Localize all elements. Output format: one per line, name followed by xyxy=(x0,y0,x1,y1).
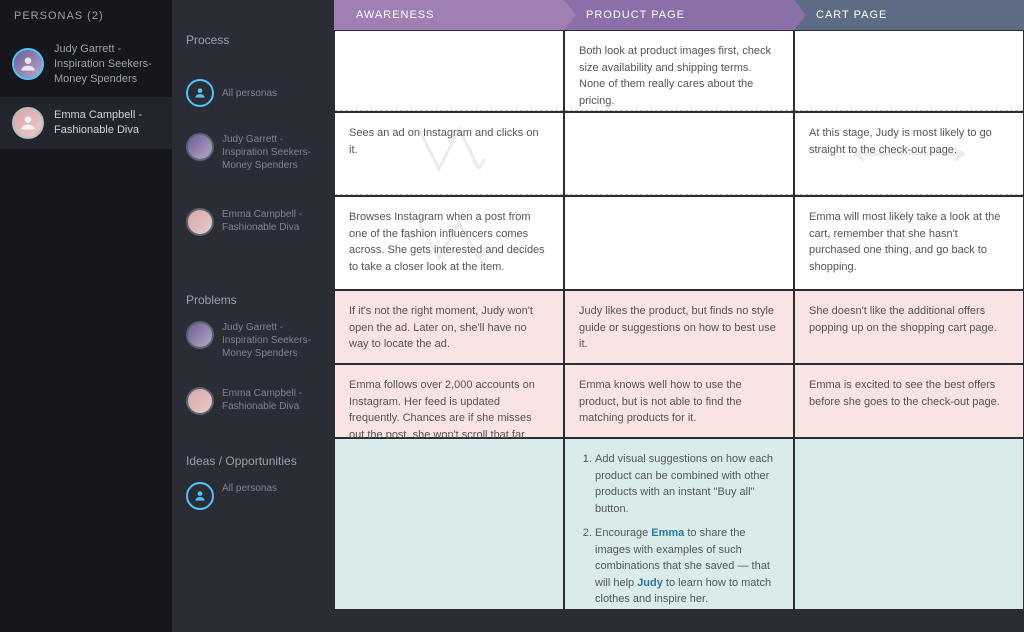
persona-emma[interactable]: Emma Campbell - Fashionable Diva xyxy=(0,97,172,149)
row-label-emma-problems[interactable]: Emma Campbell - Fashionable Diva xyxy=(172,383,334,448)
avatar-judy-small-icon xyxy=(186,133,214,161)
idea-item: Add visual suggestions on how each produ… xyxy=(595,451,779,517)
problems-judy-row: If it's not the right moment, Judy won't… xyxy=(334,290,1024,364)
all-personas-icon xyxy=(186,482,214,510)
cell-text: Judy likes the product, but finds no sty… xyxy=(579,305,776,350)
stage-product-page[interactable]: PRODUCT PAGE xyxy=(564,0,794,30)
avatar-judy-small-icon xyxy=(186,321,214,349)
section-problems-label: Problems xyxy=(172,287,334,317)
cell-text: Emma knows well how to use the product, … xyxy=(579,379,742,424)
cell-process-judy-cart[interactable]: At this stage, Judy is most likely to go… xyxy=(795,113,1023,195)
ideas-row: Add visual suggestions on how each produ… xyxy=(334,438,1024,610)
persona-judy-name: Judy Garrett - Inspiration Seekers-Money… xyxy=(54,42,160,87)
section-process-label: Process xyxy=(172,27,334,57)
avatar-emma-small-icon xyxy=(186,387,214,415)
cell-ideas-cart[interactable] xyxy=(795,439,1023,609)
personas-sidebar: PERSONAS (2) Judy Garrett - Inspiration … xyxy=(0,0,172,632)
row-label-text: Emma Campbell - Fashionable Diva xyxy=(222,208,320,234)
row-label-text: Judy Garrett - Inspiration Seekers-Money… xyxy=(222,321,320,360)
persona-emma-name: Emma Campbell - Fashionable Diva xyxy=(54,108,160,138)
cell-process-all-cart[interactable] xyxy=(795,31,1023,111)
grid-rows: Both look at product images first, check… xyxy=(334,30,1024,632)
cell-process-emma-awareness[interactable]: Browses Instagram when a post from one o… xyxy=(335,197,563,289)
process-all-row: Both look at product images first, check… xyxy=(334,30,1024,112)
cell-problems-emma-product[interactable]: Emma knows well how to use the product, … xyxy=(565,365,793,437)
row-label-text: Judy Garrett - Inspiration Seekers-Money… xyxy=(222,133,320,172)
person-icon xyxy=(18,113,38,133)
avatar-emma-small-icon xyxy=(186,208,214,236)
row-label-all-ideas[interactable]: All personas xyxy=(172,478,334,632)
stage-headers: AWARENESS PRODUCT PAGE CART PAGE xyxy=(334,0,1024,30)
avatar-judy xyxy=(12,48,44,80)
person-icon xyxy=(18,54,38,74)
all-personas-icon xyxy=(186,79,214,107)
problems-emma-row: Emma follows over 2,000 accounts on Inst… xyxy=(334,364,1024,438)
cell-process-all-product[interactable]: Both look at product images first, check… xyxy=(565,31,793,111)
cell-problems-emma-awareness[interactable]: Emma follows over 2,000 accounts on Inst… xyxy=(335,365,563,437)
row-label-text: Emma Campbell - Fashionable Diva xyxy=(222,387,320,413)
cell-text: She doesn't like the additional offers p… xyxy=(809,305,997,334)
ideas-list: Add visual suggestions on how each produ… xyxy=(579,451,779,608)
cell-text: If it's not the right moment, Judy won't… xyxy=(349,305,533,350)
stage-label: PRODUCT PAGE xyxy=(586,9,685,21)
cell-text: At this stage, Judy is most likely to go… xyxy=(809,127,992,156)
row-label-all-personas[interactable]: All personas xyxy=(172,57,334,129)
stage-label: CART PAGE xyxy=(816,9,887,21)
stage-label: AWARENESS xyxy=(356,9,434,21)
cell-text: Emma is excited to see the best offers b… xyxy=(809,379,1000,408)
idea-item: Encourage Emma to share the images with … xyxy=(595,525,779,608)
cell-process-judy-product[interactable] xyxy=(565,113,793,195)
cell-text: Emma will most likely take a look at the… xyxy=(809,211,1000,273)
row-label-text: All personas xyxy=(222,87,277,100)
cell-process-emma-product[interactable] xyxy=(565,197,793,289)
row-label-emma[interactable]: Emma Campbell - Fashionable Diva xyxy=(172,204,334,287)
cell-text: Browses Instagram when a post from one o… xyxy=(349,211,545,273)
section-ideas-label: Ideas / Opportunities xyxy=(172,448,334,478)
sidebar-header: PERSONAS (2) xyxy=(0,0,172,32)
cell-process-emma-cart[interactable]: Emma will most likely take a look at the… xyxy=(795,197,1023,289)
cell-text: Both look at product images first, check… xyxy=(579,45,771,107)
cell-text: Emma follows over 2,000 accounts on Inst… xyxy=(349,379,535,441)
row-label-judy-problems[interactable]: Judy Garrett - Inspiration Seekers-Money… xyxy=(172,317,334,382)
avatar-emma xyxy=(12,107,44,139)
stage-awareness[interactable]: AWARENESS xyxy=(334,0,564,30)
cell-problems-judy-product[interactable]: Judy likes the product, but finds no sty… xyxy=(565,291,793,363)
journey-map-app: PERSONAS (2) Judy Garrett - Inspiration … xyxy=(0,0,1024,632)
cell-problems-emma-cart[interactable]: Emma is excited to see the best offers b… xyxy=(795,365,1023,437)
cell-text: Sees an ad on Instagram and clicks on it… xyxy=(349,127,539,156)
row-label-judy[interactable]: Judy Garrett - Inspiration Seekers-Money… xyxy=(172,129,334,203)
cell-process-judy-awareness[interactable]: Sees an ad on Instagram and clicks on it… xyxy=(335,113,563,195)
process-judy-row: Sees an ad on Instagram and clicks on it… xyxy=(334,112,1024,196)
cell-problems-judy-awareness[interactable]: If it's not the right moment, Judy won't… xyxy=(335,291,563,363)
cell-problems-judy-cart[interactable]: She doesn't like the additional offers p… xyxy=(795,291,1023,363)
cell-ideas-awareness[interactable] xyxy=(335,439,563,609)
cell-ideas-product[interactable]: Add visual suggestions on how each produ… xyxy=(565,439,793,609)
journey-grid: AWARENESS PRODUCT PAGE CART PAGE Both lo… xyxy=(334,0,1024,632)
cell-process-all-awareness[interactable] xyxy=(335,31,563,111)
process-emma-row: Browses Instagram when a post from one o… xyxy=(334,196,1024,290)
row-label-text: All personas xyxy=(222,482,277,495)
persona-judy[interactable]: Judy Garrett - Inspiration Seekers-Money… xyxy=(0,32,172,97)
stage-cart-page[interactable]: CART PAGE xyxy=(794,0,1024,30)
row-labels-column: Process All personas Judy Garrett - Insp… xyxy=(172,0,334,632)
